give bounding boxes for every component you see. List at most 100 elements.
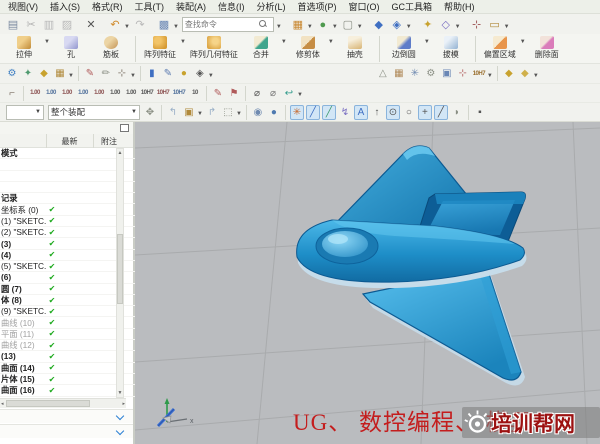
selection-scope-combo[interactable]: 整个装配▼ xyxy=(48,105,140,120)
feature-tree-row-9[interactable]: (4)✔ xyxy=(0,250,135,261)
horizontal-scrollbar[interactable]: ◂ ▸ xyxy=(0,398,126,408)
edit-object-display-icon[interactable]: ◇ xyxy=(438,17,454,33)
measure-icon[interactable]: ⊹ xyxy=(469,17,485,33)
ribbon-button-hole[interactable]: 孔 xyxy=(51,35,91,59)
gear-icon[interactable]: ⚙ xyxy=(424,66,438,81)
role-advanced-icon[interactable]: ◆ xyxy=(518,66,532,81)
snap-vertex-icon[interactable]: ↑ xyxy=(370,105,384,120)
dim-limit-icon[interactable]: 1.00 xyxy=(60,86,74,101)
pencil-icon[interactable]: ✎ xyxy=(161,66,175,81)
dropdown-caret-icon[interactable]: ▼ xyxy=(520,39,526,45)
details-section-header[interactable] xyxy=(0,424,133,438)
ribbon-button-rib[interactable]: 筋板 xyxy=(91,35,131,59)
solid-face-icon[interactable]: ▪ xyxy=(473,105,487,120)
ribbon-button-extrude[interactable]: 拉伸 xyxy=(4,35,44,59)
cut-icon[interactable]: ✂ xyxy=(23,17,39,33)
constraint-icon[interactable]: ⊹ xyxy=(115,66,129,81)
menu-item-9[interactable]: GC工具箱 xyxy=(387,0,438,13)
dropdown-caret-icon[interactable]: ▼ xyxy=(197,111,203,117)
scrollbar-thumb[interactable] xyxy=(117,234,123,304)
ribbon-button-offset-region[interactable]: 偏置区域 xyxy=(480,35,520,59)
copy-icon[interactable]: ▥ xyxy=(41,17,57,33)
float-panel-button[interactable] xyxy=(120,124,129,132)
column-header-note[interactable]: 附注 xyxy=(94,136,124,147)
snap-endpoint-icon[interactable]: ╱ xyxy=(306,105,320,120)
fit-tol2-icon[interactable]: 10H7 xyxy=(156,86,170,101)
dropdown-caret-icon[interactable]: ▼ xyxy=(328,39,334,45)
rotate-view-icon[interactable]: ◈ xyxy=(389,17,405,33)
dropdown-caret-icon[interactable]: ▼ xyxy=(297,92,303,98)
snap-intersection-icon[interactable]: + xyxy=(418,105,432,120)
dropdown-caret-icon[interactable]: ▼ xyxy=(208,73,214,79)
selection-priority-icon[interactable]: ✥ xyxy=(143,105,157,120)
dim-basic-icon[interactable]: 1.00 xyxy=(124,86,138,101)
feature-tree-row-2[interactable] xyxy=(0,171,135,182)
diameter-icon[interactable]: ⌀ xyxy=(250,86,264,101)
dropdown-caret-icon[interactable]: ▼ xyxy=(406,24,412,30)
datum-plane-icon[interactable]: △ xyxy=(376,66,390,81)
delete-icon[interactable]: ✕ xyxy=(83,17,99,33)
surface-tool-icon[interactable]: ◆ xyxy=(37,66,51,81)
dim-upper-icon[interactable]: 1.00 xyxy=(76,86,90,101)
command-finder[interactable] xyxy=(182,17,274,32)
rect-select-icon[interactable]: ⬚ xyxy=(221,105,235,120)
feature-tree-row-1[interactable] xyxy=(0,159,135,170)
graphics-viewport[interactable]: x UG、 数控编程、 模具 培训帮网 xyxy=(135,122,600,444)
menu-item-2[interactable]: 格式(R) xyxy=(87,0,128,13)
dropdown-caret-icon[interactable]: ▼ xyxy=(504,24,510,30)
scroll-left-icon[interactable]: ◂ xyxy=(1,401,4,407)
background-icon[interactable]: ▢ xyxy=(340,17,356,33)
dropdown-caret-icon[interactable]: ▼ xyxy=(533,73,539,79)
dropdown-caret-icon[interactable]: ▼ xyxy=(180,39,186,45)
cylinder-icon[interactable]: ▮ xyxy=(145,66,159,81)
ribbon-button-draft[interactable]: 拔模 xyxy=(431,35,471,59)
feature-tree-row-5[interactable]: 坐标系 (0)✔ xyxy=(0,204,135,215)
scrollbar-thumb-horizontal[interactable] xyxy=(6,400,90,407)
orient-view-icon[interactable]: ◆ xyxy=(371,17,387,33)
save-icon[interactable]: ▤ xyxy=(5,17,21,33)
flag-icon[interactable]: ⚑ xyxy=(227,86,241,101)
snap-control-point-icon[interactable]: A xyxy=(354,105,368,120)
menu-item-8[interactable]: 窗口(O) xyxy=(344,0,385,13)
dim-boxed-icon[interactable]: 1.00 xyxy=(108,86,122,101)
menu-item-5[interactable]: 信息(I) xyxy=(213,0,250,13)
scroll-right-icon[interactable]: ▸ xyxy=(122,401,125,407)
feature-tree-row-6[interactable]: (1) "SKETC...✔ xyxy=(0,216,135,227)
ribbon-button-trim-body[interactable]: 修剪体 xyxy=(288,35,328,59)
feature-tree-row-10[interactable]: (5) "SKETC...✔ xyxy=(0,261,135,272)
dropdown-caret-icon[interactable]: ▼ xyxy=(124,24,130,30)
selection-filter-combo[interactable]: ▼ xyxy=(6,105,44,120)
dropdown-caret-icon[interactable]: ▼ xyxy=(68,73,74,79)
corner-icon[interactable]: ⌐ xyxy=(5,86,19,101)
more-tools-icon[interactable]: ◈ xyxy=(193,66,207,81)
highlight-icon[interactable]: ◉ xyxy=(251,105,265,120)
dropdown-caret-icon[interactable]: ▼ xyxy=(487,73,493,79)
render-style-icon[interactable]: ● xyxy=(315,17,331,33)
dropdown-caret-icon[interactable]: ▼ xyxy=(236,111,242,117)
snap-quadrant-icon[interactable]: ○ xyxy=(402,105,416,120)
dimension-icon[interactable]: ⊹ xyxy=(456,66,470,81)
dropdown-caret-icon[interactable]: ▼ xyxy=(307,24,313,30)
scroll-down-icon[interactable]: ▼ xyxy=(117,390,123,396)
dependencies-section-header[interactable] xyxy=(0,409,133,423)
fit-tol-icon[interactable]: 10H7 xyxy=(140,86,154,101)
menu-item-1[interactable]: 插入(S) xyxy=(45,0,85,13)
ribbon-button-delete-face[interactable]: 删除面 xyxy=(527,35,567,59)
model-canvas[interactable]: x xyxy=(135,122,600,444)
sketch-curve-icon[interactable]: ✏ xyxy=(99,66,113,81)
paste-icon[interactable]: ▨ xyxy=(59,17,75,33)
capture-icon[interactable]: ▣ xyxy=(182,105,196,120)
snap-tangent-icon[interactable]: ╱ xyxy=(434,105,448,120)
feature-tree-row-8[interactable]: (3)✔ xyxy=(0,238,135,249)
feature-tree-row-13[interactable]: 体 (8)✔ xyxy=(0,295,135,306)
dim-lower-icon[interactable]: 1.00 xyxy=(92,86,106,101)
ruler-icon[interactable]: ▭ xyxy=(487,17,503,33)
menu-item-6[interactable]: 分析(L) xyxy=(252,0,291,13)
dropdown-caret-icon[interactable]: ▼ xyxy=(173,24,179,30)
search-input[interactable] xyxy=(185,20,259,29)
snap-midpoint-icon[interactable]: ╱ xyxy=(322,105,336,120)
fit-tol3-icon[interactable]: 10H7 xyxy=(172,86,186,101)
show-hide-icon[interactable]: ✦ xyxy=(420,17,436,33)
snap-point-icon[interactable]: ✳ xyxy=(290,105,304,120)
point-set-icon[interactable]: ✳ xyxy=(408,66,422,81)
